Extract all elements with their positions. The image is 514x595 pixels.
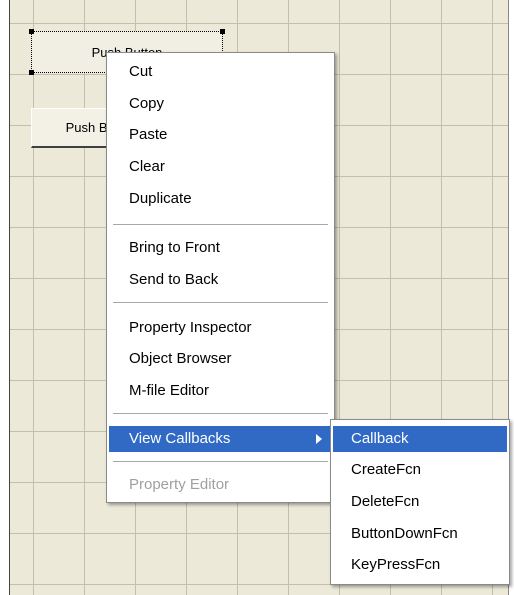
submenu-item-buttondownfcn[interactable]: ButtonDownFcn (333, 521, 507, 547)
menu-item-property-editor: Property Editor (129, 476, 230, 493)
menu-item-copy[interactable]: Copy (109, 91, 332, 117)
menu-item-mfile-editor[interactable]: M-file Editor (109, 378, 332, 404)
menu-separator (113, 224, 328, 226)
menu-item-view-callbacks[interactable]: View Callbacks (109, 426, 332, 452)
selection-handle[interactable] (29, 29, 34, 34)
submenu-item-createfcn[interactable]: CreateFcn (333, 457, 507, 483)
submenu-arrow-icon (316, 434, 322, 444)
menu-separator (113, 413, 328, 415)
menu-item-object-browser[interactable]: Object Browser (109, 346, 332, 372)
menu-separator (113, 302, 328, 304)
selection-handle[interactable] (29, 70, 34, 75)
menu-item-duplicate[interactable]: Duplicate (109, 186, 332, 212)
submenu-item-callback[interactable]: Callback (333, 426, 507, 452)
menu-separator (113, 461, 328, 463)
context-menu: Cut Copy Paste Clear Duplicate Bring to … (106, 52, 335, 503)
menu-item-paste[interactable]: Paste (109, 122, 332, 148)
menu-item-clear[interactable]: Clear (109, 154, 332, 180)
menu-item-property-inspector[interactable]: Property Inspector (109, 315, 332, 341)
submenu-item-keypressfcn[interactable]: KeyPressFcn (333, 552, 507, 578)
menu-item-send-to-back[interactable]: Send to Back (109, 267, 332, 293)
selection-handle[interactable] (220, 29, 225, 34)
callbacks-submenu: Callback CreateFcn DeleteFcn ButtonDownF… (330, 419, 510, 585)
menu-item-bring-to-front[interactable]: Bring to Front (109, 235, 332, 261)
menu-item-cut[interactable]: Cut (109, 59, 332, 85)
submenu-item-deletefcn[interactable]: DeleteFcn (333, 489, 507, 515)
